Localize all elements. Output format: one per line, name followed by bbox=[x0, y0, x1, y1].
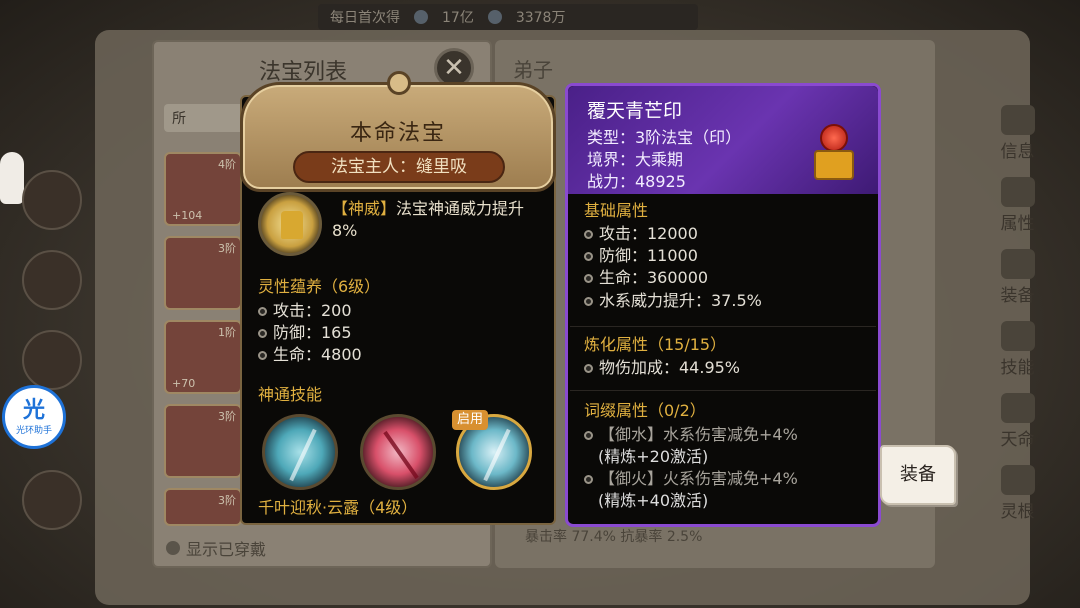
affix-line: 【御水】水系伤害减免+4% bbox=[584, 424, 798, 447]
nav-item-spirit-root[interactable]: 灵根 bbox=[985, 450, 1050, 522]
left-avatar-2[interactable] bbox=[22, 250, 82, 310]
skill-row: 启用 bbox=[256, 410, 546, 494]
skill-bamboo-icon[interactable] bbox=[262, 414, 338, 490]
info-icon bbox=[1000, 105, 1035, 135]
nav-label: 灵根 bbox=[1000, 502, 1035, 522]
base-attr-stat: 生命：360000 bbox=[584, 267, 708, 290]
treasure-slot[interactable]: 4阶 +104 bbox=[164, 152, 242, 226]
helper-label: 光环助手 bbox=[15, 425, 52, 436]
affix-line: 【御火】火系伤害减免+4% bbox=[584, 468, 798, 491]
skill-slash-icon[interactable] bbox=[360, 414, 436, 490]
left-avatar-1[interactable] bbox=[22, 170, 82, 230]
nav-label: 装备 bbox=[1000, 286, 1035, 306]
nav-item-skill[interactable]: 技能 bbox=[985, 306, 1050, 378]
skills-title: 神通技能 bbox=[258, 385, 323, 404]
treasure-realm: 境界：大乘期 bbox=[587, 150, 684, 169]
nav-label: 信息 bbox=[1000, 142, 1035, 162]
bullet-icon bbox=[258, 328, 267, 338]
life-treasure-title: 本命法宝 bbox=[349, 121, 446, 146]
section-divider bbox=[570, 390, 876, 391]
nav-item-destiny[interactable]: 天命 bbox=[985, 378, 1050, 450]
skill-active-badge: 启用 bbox=[452, 410, 489, 430]
treasure-slot[interactable]: 3阶 bbox=[164, 404, 242, 478]
divine-bonus-text: 【神威】法宝神通威力提升8% bbox=[332, 198, 542, 242]
spirit-stone-icon bbox=[414, 10, 428, 24]
daily-reward-banner: 每日首次得 17亿 3378万 bbox=[318, 4, 698, 30]
seal-treasure-icon bbox=[806, 124, 862, 184]
nav-item-attribute[interactable]: 属性 bbox=[985, 162, 1050, 234]
header-ornament-icon bbox=[387, 71, 411, 95]
nav-item-equipment[interactable]: 装备 bbox=[985, 234, 1050, 306]
bullet-icon bbox=[258, 306, 267, 316]
nav-label: 技能 bbox=[1000, 358, 1035, 378]
base-attr-title: 基础属性 bbox=[584, 201, 649, 220]
life-treasure-header: 本命法宝 法宝主人：缝里吸 bbox=[240, 71, 556, 192]
bullet-icon bbox=[584, 229, 593, 239]
show-worn-toggle[interactable]: 显示已穿戴 bbox=[166, 536, 266, 560]
left-avatar-3[interactable] bbox=[22, 330, 82, 390]
coin-icon bbox=[487, 10, 502, 24]
checkbox-icon bbox=[166, 541, 180, 555]
helper-logo: 光 bbox=[22, 397, 45, 423]
nav-label: 属性 bbox=[1000, 214, 1035, 234]
divine-tag: 【神威】 bbox=[332, 199, 397, 218]
slot-tier: 3阶 bbox=[218, 410, 236, 423]
nurture-stat: 生命：4800 bbox=[258, 344, 362, 366]
disciple-panel-title: 弟子 bbox=[513, 58, 553, 82]
equipment-icon bbox=[1000, 249, 1035, 279]
divine-bonus-row: 【神威】法宝神通威力提升8% bbox=[248, 192, 548, 262]
nurture-stat: 攻击：200 bbox=[258, 300, 352, 322]
treasure-slot[interactable]: 3阶 bbox=[164, 236, 242, 310]
slot-plus: +104 bbox=[172, 209, 203, 222]
treasure-slot[interactable]: 1阶 +70 bbox=[164, 320, 242, 394]
close-icon: ✕ bbox=[443, 53, 465, 83]
equip-button[interactable]: 装备 bbox=[880, 445, 956, 505]
bullet-icon bbox=[584, 430, 593, 440]
slot-tier: 1阶 bbox=[218, 326, 236, 339]
affix-condition: (精炼+40激活) bbox=[598, 491, 709, 510]
treasure-owner: 法宝主人：缝里吸 bbox=[293, 151, 505, 183]
slot-tier: 4阶 bbox=[218, 158, 236, 171]
daily-reward-amount-1: 17亿 bbox=[442, 10, 474, 26]
nav-item-info[interactable]: 信息 bbox=[985, 90, 1050, 162]
nurture-stat: 防御：165 bbox=[258, 322, 352, 344]
bullet-icon bbox=[584, 296, 593, 306]
affix-condition: (精炼+20激活) bbox=[598, 447, 709, 466]
treasure-slot[interactable]: 3阶 bbox=[164, 488, 242, 526]
treasure-power: 战力：48925 bbox=[587, 172, 686, 191]
nurture-title: 灵性蕴养（6级） bbox=[258, 277, 381, 296]
treasure-name: 覆天青芒印 bbox=[587, 100, 683, 122]
skill-name: 千叶迎秋·云露（4级） bbox=[258, 498, 418, 517]
cat-mascot-icon[interactable] bbox=[0, 152, 24, 204]
slot-plus: +70 bbox=[172, 377, 196, 390]
bullet-icon bbox=[584, 474, 593, 484]
attribute-icon bbox=[1000, 177, 1035, 207]
slot-tier: 3阶 bbox=[218, 242, 236, 255]
skill-icon bbox=[1000, 321, 1035, 351]
left-avatar-4[interactable] bbox=[22, 470, 82, 530]
base-attr-stat: 防御：11000 bbox=[584, 245, 698, 268]
daily-reward-amount-2: 3378万 bbox=[515, 10, 566, 26]
section-divider bbox=[570, 326, 876, 327]
helper-assistant-button[interactable]: 光 光环助手 bbox=[2, 385, 66, 449]
base-attr-stat: 攻击：12000 bbox=[584, 223, 698, 246]
disciple-panel-stats: 暴击率 77.4% 抗暴率 2.5% bbox=[525, 529, 703, 545]
refine-attr-stat: 物伤加成：44.95% bbox=[584, 357, 740, 380]
bullet-icon bbox=[258, 350, 267, 360]
daily-reward-label: 每日首次得 bbox=[330, 10, 400, 26]
slot-tier: 3阶 bbox=[218, 494, 236, 507]
bullet-icon bbox=[584, 273, 593, 283]
bullet-icon bbox=[584, 363, 593, 373]
divine-seal-icon bbox=[258, 192, 322, 256]
affix-attr-title: 词缀属性（0/2） bbox=[584, 401, 706, 420]
destiny-icon bbox=[1000, 393, 1035, 423]
refine-attr-title: 炼化属性（15/15） bbox=[584, 335, 727, 354]
show-worn-label: 显示已穿戴 bbox=[186, 540, 267, 559]
nav-label: 天命 bbox=[1000, 430, 1035, 450]
base-attr-stat: 水系威力提升：37.5% bbox=[584, 290, 762, 313]
treasure-type: 类型：3阶法宝（印） bbox=[587, 128, 742, 147]
bullet-icon bbox=[584, 251, 593, 261]
list-filter-tab[interactable]: 所 bbox=[164, 104, 244, 132]
spirit-root-icon bbox=[1000, 465, 1035, 495]
